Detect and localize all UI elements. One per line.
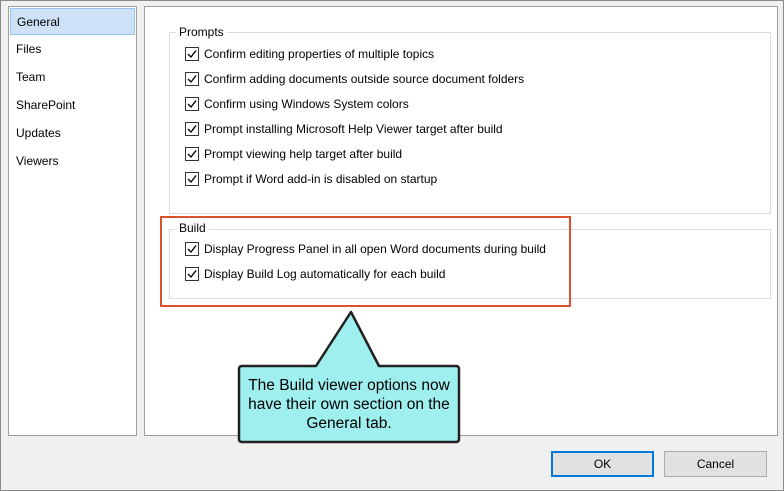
nav-item-label: Updates: [16, 126, 61, 140]
nav-item-files[interactable]: Files: [10, 36, 135, 63]
option-label: Prompt if Word add-in is disabled on sta…: [204, 172, 438, 186]
checkmark-icon: [187, 100, 197, 109]
option-label: Confirm adding documents outside source …: [204, 72, 525, 86]
nav-item-label: Team: [16, 70, 46, 84]
category-list[interactable]: General Files Team SharePoint Updates Vi…: [8, 6, 137, 436]
prompts-group-title: Prompts: [176, 25, 227, 39]
checkmark-icon: [187, 75, 197, 84]
options-dialog: General Files Team SharePoint Updates Vi…: [0, 0, 784, 491]
nav-item-general[interactable]: General: [10, 8, 135, 35]
option-label: Confirm editing properties of multiple t…: [204, 47, 435, 61]
nav-item-label: General: [17, 15, 60, 29]
checkbox[interactable]: [185, 47, 199, 61]
nav-item-updates[interactable]: Updates: [10, 120, 135, 147]
option-label: Prompt viewing help target after build: [204, 147, 403, 161]
checkbox[interactable]: [185, 172, 199, 186]
option-label: Prompt installing Microsoft Help Viewer …: [204, 122, 503, 136]
build-section-highlight: [160, 216, 571, 307]
nav-item-label: SharePoint: [16, 98, 76, 112]
nav-item-sharepoint[interactable]: SharePoint: [10, 92, 135, 119]
checkbox[interactable]: [185, 97, 199, 111]
callout-text: The Build viewer options now have their …: [248, 376, 450, 432]
nav-item-label: Viewers: [16, 154, 59, 168]
checkmark-icon: [187, 175, 197, 184]
checkmark-icon: [187, 50, 197, 59]
ok-button[interactable]: OK: [551, 451, 654, 477]
checkbox[interactable]: [185, 122, 199, 136]
cancel-button[interactable]: Cancel: [664, 451, 767, 477]
nav-item-team[interactable]: Team: [10, 64, 135, 91]
checkmark-icon: [187, 125, 197, 134]
nav-item-viewers[interactable]: Viewers: [10, 148, 135, 175]
checkbox[interactable]: [185, 147, 199, 161]
nav-item-label: Files: [16, 42, 42, 56]
checkbox[interactable]: [185, 72, 199, 86]
option-label: Confirm using Windows System colors: [204, 97, 409, 111]
checkmark-icon: [187, 150, 197, 159]
